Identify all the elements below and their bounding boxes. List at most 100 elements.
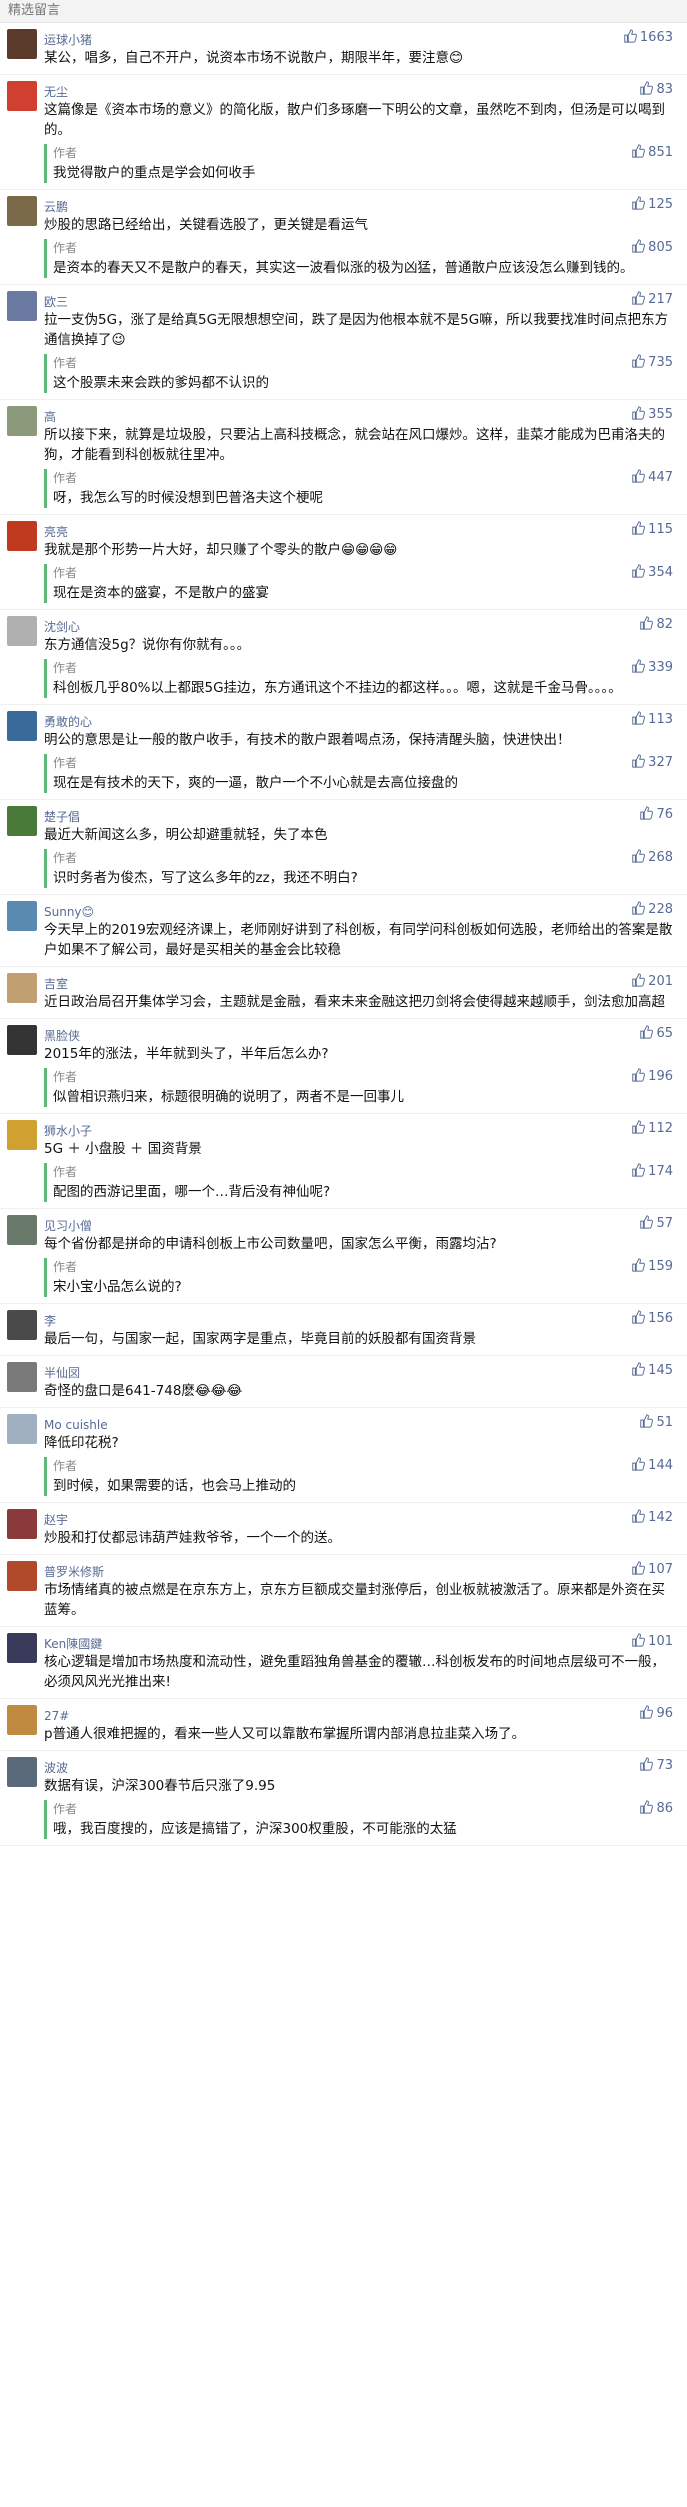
like-count: 201 xyxy=(648,974,673,989)
thumbs-up-icon xyxy=(631,1258,646,1272)
avatar[interactable] xyxy=(7,1757,37,1787)
comment-text: 东方通信没5g？说你有你就有。。。 xyxy=(44,637,251,653)
reply-like-button[interactable]: 851 xyxy=(631,144,673,160)
thumbs-up-icon xyxy=(631,1120,646,1134)
like-button[interactable]: 101 xyxy=(631,1633,673,1649)
commenter-name[interactable]: 半仙㘝 xyxy=(44,1366,80,1380)
thumbs-up-icon xyxy=(631,239,646,253)
reply-like-button[interactable]: 174 xyxy=(631,1163,673,1179)
comment-text: 拉一支伪5G，涨了是给真5G无限想想空间，跌了是因为他根本就不是5G嘛，所以我要… xyxy=(44,312,669,348)
reply-like-button[interactable]: 196 xyxy=(631,1068,673,1084)
comment-header: 吉室 201 xyxy=(44,973,677,991)
like-button[interactable]: 82 xyxy=(639,616,673,632)
like-count: 57 xyxy=(656,1216,673,1231)
commenter-name[interactable]: 狮水小子 xyxy=(44,1124,92,1138)
reply-like-button[interactable]: 354 xyxy=(631,564,673,580)
reply-like-button[interactable]: 447 xyxy=(631,469,673,485)
like-button[interactable]: 83 xyxy=(639,81,673,97)
commenter-name[interactable]: 亮亮 xyxy=(44,525,68,539)
reply-like-button[interactable]: 327 xyxy=(631,754,673,770)
commenter-name[interactable]: 黑脸侠 xyxy=(44,1029,80,1043)
avatar[interactable] xyxy=(7,1025,37,1055)
commenter-name[interactable]: 勇敢的心 xyxy=(44,715,92,729)
avatar[interactable] xyxy=(7,1362,37,1392)
like-button[interactable]: 156 xyxy=(631,1310,673,1326)
commenter-name[interactable]: 27# xyxy=(44,1709,69,1723)
thumbs-up-icon xyxy=(631,521,646,535)
avatar[interactable] xyxy=(7,1120,37,1150)
avatar[interactable] xyxy=(7,1310,37,1340)
commenter-name[interactable]: 无尘 xyxy=(44,85,68,99)
avatar[interactable] xyxy=(7,1215,37,1245)
reply-like-button[interactable]: 159 xyxy=(631,1258,673,1274)
thumbs-up-icon xyxy=(631,291,646,305)
avatar[interactable] xyxy=(7,1414,37,1444)
avatar[interactable] xyxy=(7,1561,37,1591)
commenter-name[interactable]: 李 xyxy=(44,1314,56,1328)
avatar[interactable] xyxy=(7,291,37,321)
like-button[interactable]: 57 xyxy=(639,1215,673,1231)
comment-item: 楚子倡 76 最近大新闻这么多，明公却避重就轻，失了本色 作者 268 识时务者为俊杰，写… xyxy=(0,800,687,895)
reply-like-count: 851 xyxy=(648,145,673,160)
avatar[interactable] xyxy=(7,1633,37,1663)
commenter-name[interactable]: Mo cuishle xyxy=(44,1418,108,1432)
like-button[interactable]: 228 xyxy=(631,901,673,917)
commenter-name[interactable]: 波波 xyxy=(44,1761,68,1775)
avatar[interactable] xyxy=(7,29,37,59)
reply-like-button[interactable]: 86 xyxy=(639,1800,673,1816)
commenter-name[interactable]: Sunny😊 xyxy=(44,905,94,919)
like-button[interactable]: 113 xyxy=(631,711,673,727)
commenter-name[interactable]: 高 xyxy=(44,410,56,424)
reply-like-button[interactable]: 268 xyxy=(631,849,673,865)
reply-like-button[interactable]: 805 xyxy=(631,239,673,255)
commenter-name[interactable]: 赵宇 xyxy=(44,1513,68,1527)
like-button[interactable]: 1663 xyxy=(623,29,673,45)
like-button[interactable]: 145 xyxy=(631,1362,673,1378)
reply-text: 呀，我怎么写的时候没想到巴普洛夫这个梗呢 xyxy=(53,490,323,506)
avatar[interactable] xyxy=(7,806,37,836)
comment-item: 无尘 83 这篇像是《资本市场的意义》的简化版，散户们多琢磨一下明公的文章，虽然吃不… xyxy=(0,75,687,190)
author-reply: 作者 339 科创板几乎80%以上都跟5G挂边，东方通讯这个不挂边的都这样。。。嗯，… xyxy=(44,659,677,698)
like-button[interactable]: 115 xyxy=(631,521,673,537)
avatar[interactable] xyxy=(7,711,37,741)
avatar[interactable] xyxy=(7,973,37,1003)
like-button[interactable]: 73 xyxy=(639,1757,673,1773)
commenter-name[interactable]: 见习小僧 xyxy=(44,1219,92,1233)
avatar[interactable] xyxy=(7,406,37,436)
avatar[interactable] xyxy=(7,1705,37,1735)
commenter-name[interactable]: 云鹏 xyxy=(44,200,68,214)
comment-text: 奇怪的盘口是641-748麽😂😂😂 xyxy=(44,1383,243,1399)
thumbs-up-icon xyxy=(639,806,654,820)
avatar[interactable] xyxy=(7,196,37,226)
comment-item: 普罗米修斯 107 市场情绪真的被点燃是在京东方上，京东方巨额成交量封涨停后，创业板… xyxy=(0,1555,687,1627)
avatar[interactable] xyxy=(7,616,37,646)
commenter-name[interactable]: 普罗米修斯 xyxy=(44,1565,104,1579)
like-button[interactable]: 201 xyxy=(631,973,673,989)
like-button[interactable]: 65 xyxy=(639,1025,673,1041)
section-title: 精选留言 xyxy=(8,3,61,18)
avatar[interactable] xyxy=(7,1509,37,1539)
like-button[interactable]: 76 xyxy=(639,806,673,822)
thumbs-up-icon xyxy=(639,1025,654,1039)
like-button[interactable]: 125 xyxy=(631,196,673,212)
reply-like-button[interactable]: 144 xyxy=(631,1457,673,1473)
like-button[interactable]: 217 xyxy=(631,291,673,307)
commenter-name[interactable]: 运球小猪 xyxy=(44,33,92,47)
like-button[interactable]: 107 xyxy=(631,1561,673,1577)
like-button[interactable]: 96 xyxy=(639,1705,673,1721)
commenter-name[interactable]: 吉室 xyxy=(44,977,68,991)
like-button[interactable]: 112 xyxy=(631,1120,673,1136)
like-button[interactable]: 142 xyxy=(631,1509,673,1525)
commenter-name[interactable]: 楚子倡 xyxy=(44,810,80,824)
avatar[interactable] xyxy=(7,81,37,111)
avatar[interactable] xyxy=(7,521,37,551)
like-button[interactable]: 355 xyxy=(631,406,673,422)
thumbs-up-icon xyxy=(631,1633,646,1647)
avatar[interactable] xyxy=(7,901,37,931)
like-button[interactable]: 51 xyxy=(639,1414,673,1430)
reply-like-button[interactable]: 735 xyxy=(631,354,673,370)
commenter-name[interactable]: Ken陳國鍵 xyxy=(44,1637,102,1651)
commenter-name[interactable]: 沈剑心 xyxy=(44,620,80,634)
reply-like-button[interactable]: 339 xyxy=(631,659,673,675)
commenter-name[interactable]: 欧三 xyxy=(44,295,68,309)
